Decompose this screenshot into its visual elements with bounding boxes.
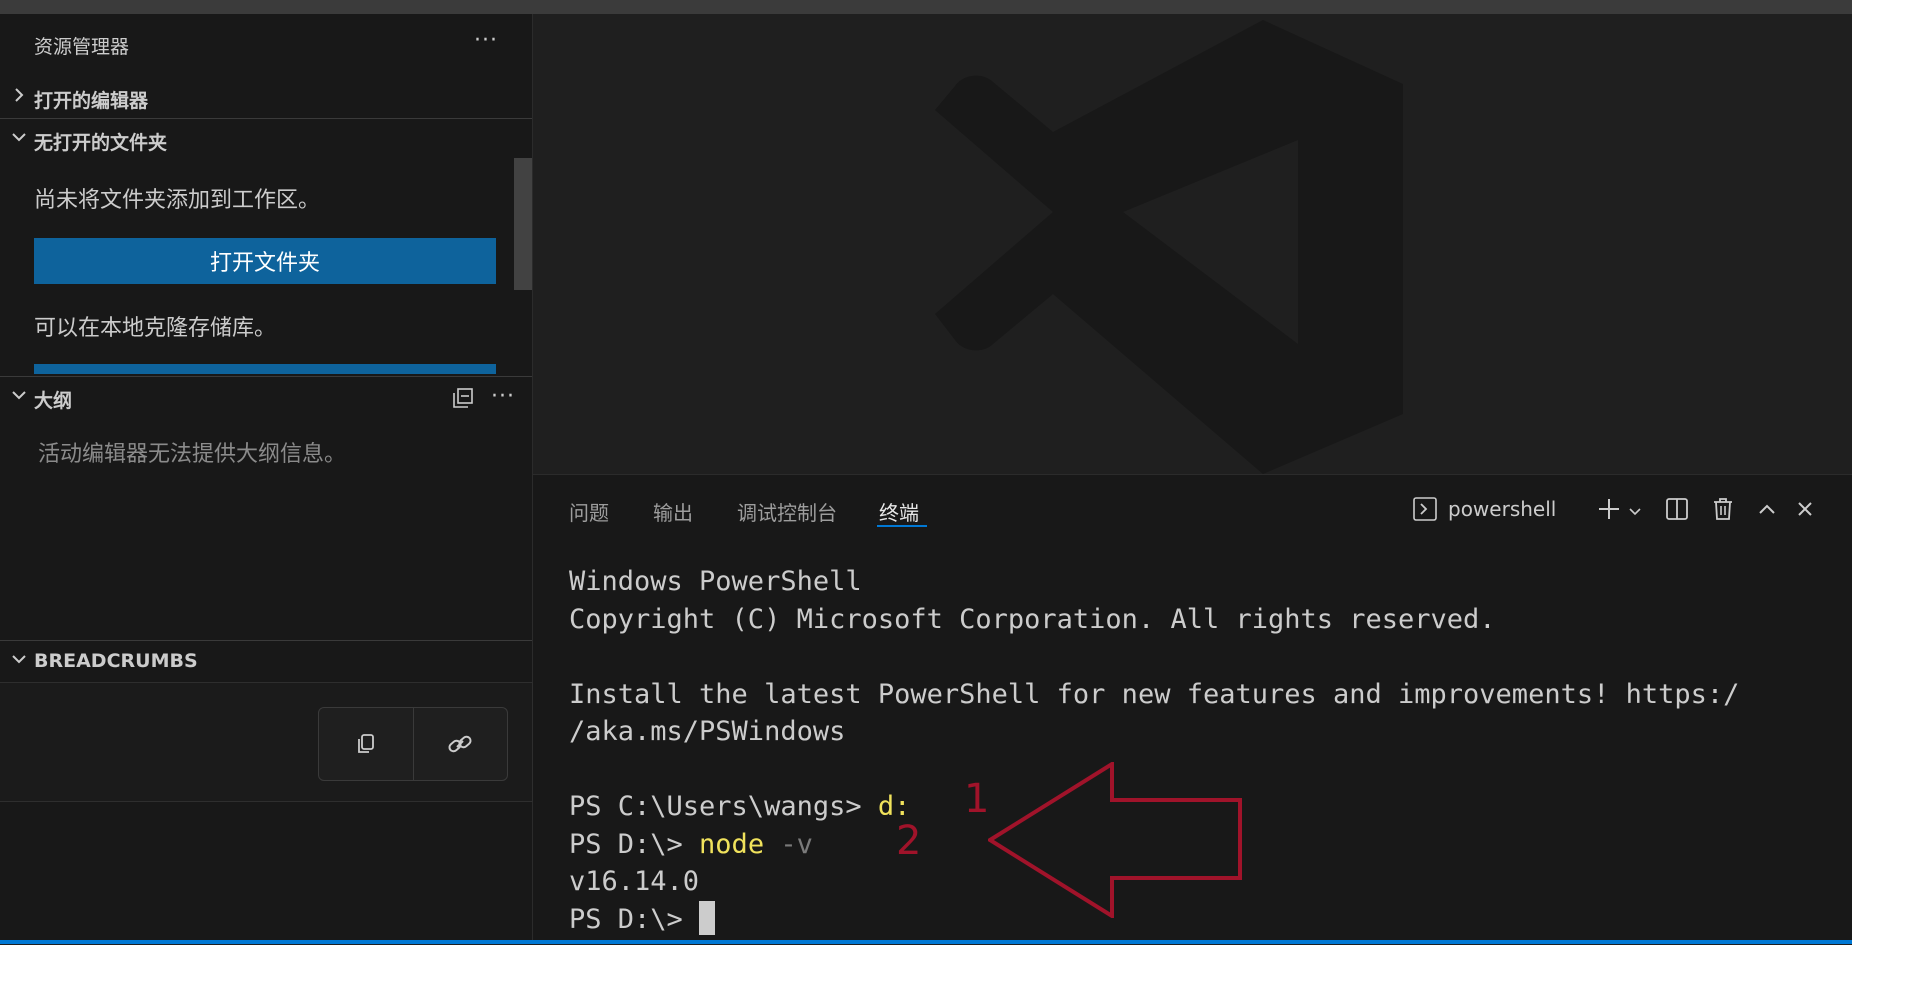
vscode-watermark-logo xyxy=(935,20,1403,474)
terminal-line: /aka.ms/PSWindows xyxy=(569,716,846,747)
chevron-down-icon xyxy=(12,133,26,142)
tab-output[interactable]: 输出 xyxy=(653,497,693,526)
terminal-cursor xyxy=(699,900,716,935)
section-breadcrumbs-label: BREADCRUMBS xyxy=(34,650,198,672)
section-no-folder-label: 无打开的文件夹 xyxy=(34,132,168,154)
terminal-line: v16.14.0 xyxy=(569,866,700,897)
annotation-step-1: 1 xyxy=(964,776,990,822)
terminal-prompt: PS C:\Users\wangs> xyxy=(569,791,878,822)
collapse-all-icon[interactable] xyxy=(449,384,477,412)
clone-text: 可以在本地克隆存储库。 xyxy=(34,316,277,341)
breadcrumbs-button-group xyxy=(318,707,508,781)
section-no-folder[interactable]: 无打开的文件夹 xyxy=(0,120,532,158)
terminal-command-arg: -v xyxy=(764,828,813,860)
section-open-editors-label: 打开的编辑器 xyxy=(34,90,149,112)
section-breadcrumbs[interactable]: BREADCRUMBS xyxy=(0,642,532,680)
clone-repository-button[interactable] xyxy=(34,364,496,374)
section-divider xyxy=(0,118,532,119)
editor-area xyxy=(533,14,1852,474)
section-outline-label: 大纲 xyxy=(34,390,73,412)
terminal-line: Windows PowerShell xyxy=(569,566,862,597)
link-icon[interactable] xyxy=(446,730,474,758)
chevron-right-icon xyxy=(15,88,24,102)
tab-terminal[interactable]: 终端 xyxy=(879,497,919,526)
section-divider xyxy=(0,376,532,377)
open-folder-button[interactable]: 打开文件夹 xyxy=(34,238,496,284)
chevron-down-icon xyxy=(12,391,26,400)
terminal-command: node xyxy=(699,828,765,860)
tab-problems[interactable]: 问题 xyxy=(569,497,609,526)
section-open-editors[interactable]: 打开的编辑器 xyxy=(0,78,532,116)
outline-empty-text: 活动编辑器无法提供大纲信息。 xyxy=(38,442,347,467)
terminal-line: Copyright (C) Microsoft Corporation. All… xyxy=(569,603,1496,635)
vscode-window: 资源管理器 ··· 打开的编辑器 无打开的文件夹 尚未将文件夹添加到工作区。 打… xyxy=(0,0,1852,945)
button-separator xyxy=(413,708,414,780)
trash-icon[interactable] xyxy=(1709,495,1737,523)
split-terminal-icon[interactable] xyxy=(1663,495,1691,523)
chevron-down-icon[interactable] xyxy=(1621,497,1649,525)
plus-icon[interactable] xyxy=(1595,495,1623,523)
close-icon[interactable] xyxy=(1791,495,1819,523)
chevron-down-icon xyxy=(12,655,26,664)
terminal-line: Install the latest PowerShell for new fe… xyxy=(569,678,1740,710)
no-folder-text: 尚未将文件夹添加到工作区。 xyxy=(34,188,321,213)
annotation-step-2: 2 xyxy=(896,818,922,864)
explorer-title: 资源管理器 xyxy=(34,36,130,58)
status-bar-edge xyxy=(0,940,1852,944)
breadcrumbs-panel xyxy=(0,682,533,802)
annotation-arrow xyxy=(988,762,1242,918)
sidebar-scrollbar[interactable] xyxy=(514,158,532,290)
section-divider xyxy=(0,640,532,641)
title-bar xyxy=(0,0,1852,14)
explorer-sidebar: 资源管理器 ··· 打开的编辑器 无打开的文件夹 尚未将文件夹添加到工作区。 打… xyxy=(0,14,533,940)
terminal-prompt: PS D:\> xyxy=(569,903,700,935)
copy-path-icon[interactable] xyxy=(352,730,380,758)
terminal-prompt: PS D:\> xyxy=(569,828,700,860)
terminal-icon[interactable] xyxy=(1411,495,1439,523)
terminal-shell-name[interactable]: powershell xyxy=(1448,497,1556,521)
chevron-up-icon[interactable] xyxy=(1753,495,1781,523)
outline-more-icon[interactable]: ··· xyxy=(491,384,515,409)
tab-debug-console[interactable]: 调试控制台 xyxy=(737,497,837,526)
active-tab-indicator xyxy=(877,525,927,527)
explorer-more-icon[interactable]: ··· xyxy=(474,28,498,53)
